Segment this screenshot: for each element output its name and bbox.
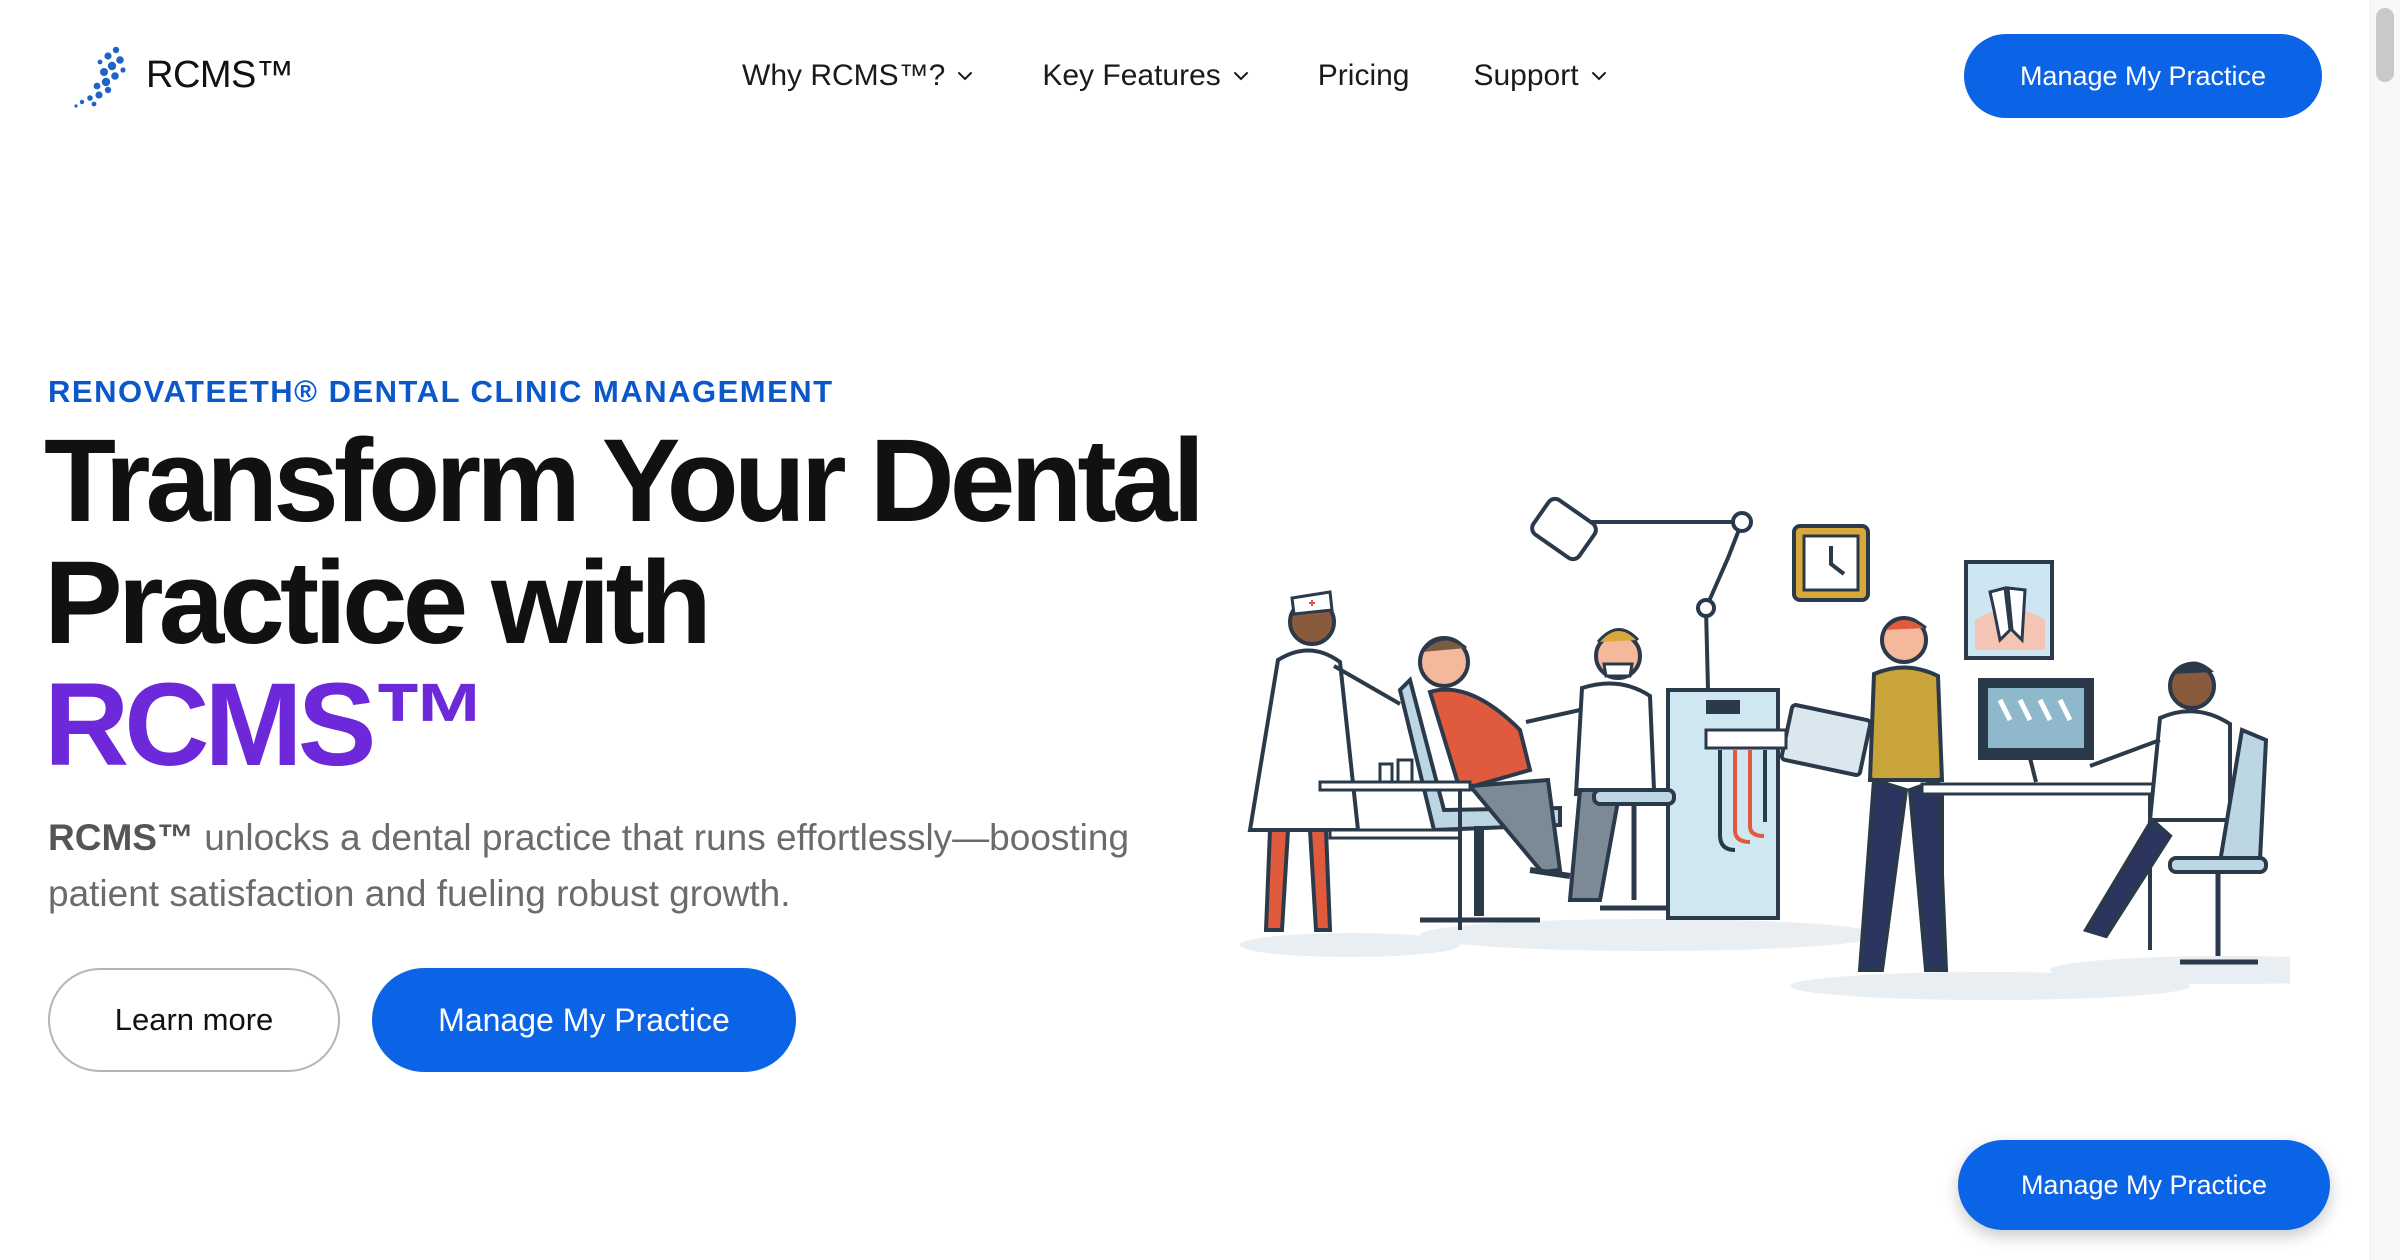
nav-item-key-features[interactable]: Key Features xyxy=(1042,59,1251,93)
description-text: unlocks a dental practice that runs effo… xyxy=(48,817,1130,914)
page-scrollbar[interactable] xyxy=(2370,0,2400,1260)
nav-item-label: Pricing xyxy=(1317,59,1410,92)
hero-description: RCMS™ unlocks a dental practice that run… xyxy=(48,810,1228,922)
nav-item-label: Key Features xyxy=(1042,59,1221,92)
headline-line-1: Transform Your Dental xyxy=(44,415,1205,547)
learn-more-button[interactable]: Learn more xyxy=(48,968,340,1072)
floating-manage-practice-button[interactable]: Manage My Practice xyxy=(1958,1140,2330,1230)
chevron-down-icon xyxy=(958,72,973,81)
description-brand: RCMS™ xyxy=(48,817,194,858)
page: RCMS™ Why RCMS™? Key Features Pricing Su… xyxy=(0,0,2400,1260)
headline-accent: RCMS™ xyxy=(44,659,489,791)
scrollbar-thumb[interactable] xyxy=(2376,8,2394,82)
dotted-swirl-logo-icon xyxy=(74,46,126,108)
dental-clinic-illustration-icon xyxy=(1240,496,2290,1000)
nav-item-pricing[interactable]: Pricing xyxy=(1318,59,1410,93)
nav-item-label: Support xyxy=(1473,59,1579,92)
nav-item-support[interactable]: Support xyxy=(1473,59,1609,93)
chevron-down-icon xyxy=(1591,72,1606,81)
hero-manage-practice-button[interactable]: Manage My Practice xyxy=(372,968,796,1072)
header-manage-practice-button[interactable]: Manage My Practice xyxy=(1964,34,2322,118)
nav-item-label: Why RCMS™? xyxy=(742,59,946,92)
brand-logo[interactable]: RCMS™ xyxy=(60,38,294,112)
brand-name: RCMS™ xyxy=(146,53,294,96)
nav-item-why-rcms[interactable]: Why RCMS™? xyxy=(742,59,976,93)
chevron-down-icon xyxy=(1233,72,1248,81)
main-nav: Why RCMS™? Key Features Pricing Support xyxy=(742,52,1610,100)
hero-headline: Transform Your Dental Practice with RCMS… xyxy=(44,420,1244,786)
hero-eyebrow: RENOVATEETH® DENTAL CLINIC MANAGEMENT xyxy=(48,374,834,409)
headline-line-2: Practice with xyxy=(44,537,712,669)
